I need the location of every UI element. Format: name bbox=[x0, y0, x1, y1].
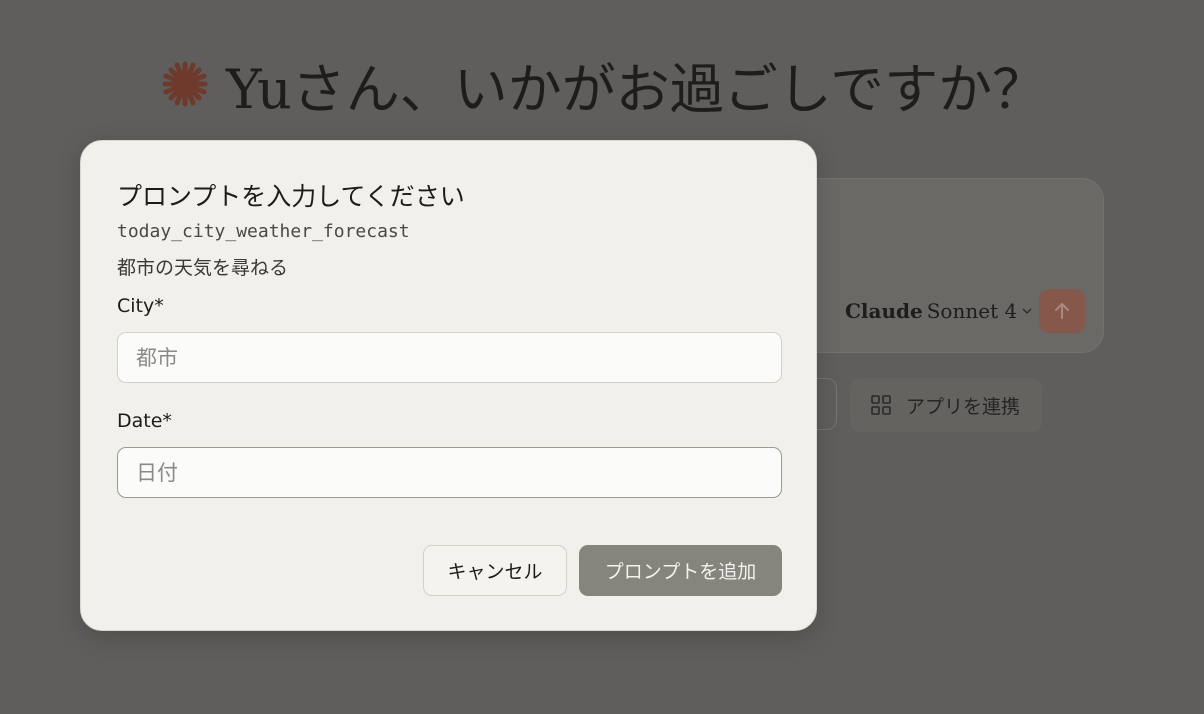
city-input[interactable] bbox=[117, 332, 782, 383]
arrow-up-icon bbox=[1055, 303, 1069, 319]
claude-spark-icon bbox=[162, 61, 208, 107]
cancel-button[interactable]: キャンセル bbox=[423, 545, 567, 596]
connect-apps-button[interactable]: アプリを連携 bbox=[850, 378, 1042, 432]
model-name: Sonnet 4 bbox=[926, 299, 1018, 323]
grid-icon bbox=[871, 395, 891, 415]
city-label: City* bbox=[117, 295, 164, 317]
greeting-heading: Yuさん、いかがお過ごしですか？ bbox=[160, 44, 1046, 124]
date-label: Date* bbox=[117, 410, 172, 432]
prompt-input-dialog: プロンプトを入力してください today_city_weather_foreca… bbox=[80, 140, 817, 631]
chevron-down-icon bbox=[1022, 308, 1032, 314]
date-input[interactable] bbox=[117, 447, 782, 498]
model-brand: Claude bbox=[845, 299, 923, 323]
prompt-description: 都市の天気を尋ねる bbox=[117, 257, 289, 279]
model-selector[interactable]: Claude Sonnet 4 bbox=[845, 299, 1033, 323]
greeting-text: Yuさん、いかがお過ごしですか？ bbox=[226, 57, 1047, 121]
prompt-id: today_city_weather_forecast bbox=[117, 221, 410, 242]
connect-apps-label: アプリを連携 bbox=[906, 395, 1021, 418]
add-prompt-button[interactable]: プロンプトを追加 bbox=[579, 545, 782, 596]
send-button[interactable] bbox=[1039, 289, 1085, 333]
dialog-title: プロンプトを入力してください bbox=[117, 182, 465, 211]
